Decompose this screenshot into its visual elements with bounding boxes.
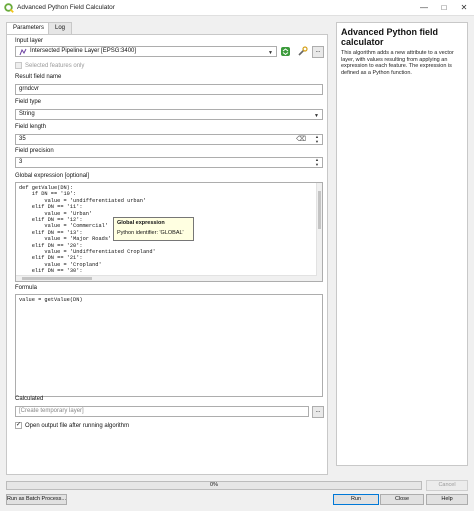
help-panel: Advanced Python field calculator This al… — [336, 22, 468, 466]
field-type-value: String — [19, 111, 35, 117]
wrench-icon — [297, 46, 308, 56]
spin-arrows-icon[interactable]: ▲ ▼ — [315, 157, 319, 167]
input-layer-browse-button[interactable]: ... — [312, 46, 324, 58]
field-type-select[interactable]: String ▼ — [15, 109, 323, 120]
formula-label: Formula — [15, 285, 38, 291]
help-title: Advanced Python field calculator — [341, 27, 439, 47]
tab-log[interactable]: Log — [48, 22, 73, 34]
calculated-label: Calculated — [15, 396, 44, 402]
backspace-icon[interactable]: ⌫ — [296, 135, 306, 144]
calculated-browse-button[interactable]: ... — [312, 406, 324, 418]
close-button[interactable]: Close — [380, 494, 424, 505]
progress-bar: 0% — [6, 481, 422, 490]
input-layer-label: Input layer — [15, 38, 44, 44]
qgis-logo-icon — [4, 3, 14, 13]
open-output-label: Open output file after running algorithm — [25, 423, 130, 429]
window-title: Advanced Python Field Calculator — [17, 4, 115, 11]
field-type-label: Field type — [15, 99, 42, 105]
calculated-output-input[interactable]: [Create temporary layer] — [15, 406, 309, 417]
selected-only-checkbox[interactable] — [15, 62, 22, 69]
tooltip-title: Global expression — [117, 220, 165, 226]
line-layer-icon — [19, 48, 27, 56]
help-description: This algorithm adds a new attribute to a… — [341, 50, 454, 76]
global-expression-label: Global expression [optional] — [15, 173, 90, 179]
field-length-label: Field length — [15, 124, 47, 130]
field-precision-value: 3 — [19, 159, 23, 165]
input-layer-value: Intersected Pipeline Layer [EPSG:3400] — [30, 48, 137, 54]
close-window-button[interactable]: ✕ — [458, 2, 470, 14]
run-button[interactable]: Run — [333, 494, 379, 505]
scrollbar-thumb[interactable] — [318, 191, 321, 229]
chevron-down-icon: ▼ — [314, 113, 319, 119]
parameters-panel: Input layer Intersected Pipeline Layer [… — [6, 34, 328, 475]
scrollbar-thumb[interactable] — [22, 277, 92, 280]
field-length-value: 35 — [19, 136, 26, 142]
minimize-button[interactable]: — — [418, 2, 430, 14]
field-length-spinbox[interactable]: 35 ⌫ ▲ ▼ — [15, 134, 323, 145]
run-as-batch-button[interactable]: Run as Batch Process... — [6, 494, 67, 505]
chevron-down-icon: ▼ — [268, 50, 273, 56]
help-button[interactable]: Help — [426, 494, 468, 505]
spin-arrows-icon[interactable]: ▲ ▼ — [315, 134, 319, 144]
title-bar: Advanced Python Field Calculator — □ ✕ — [0, 0, 474, 16]
result-field-input[interactable]: grndcvr — [15, 84, 323, 95]
tooltip-body: Python identifier: 'GLOBAL' — [117, 230, 184, 236]
iterate-icon — [280, 47, 290, 56]
maximize-button[interactable]: □ — [438, 2, 450, 14]
field-precision-label: Field precision — [15, 148, 54, 154]
cancel-button[interactable]: Cancel — [426, 480, 468, 491]
formula-editor[interactable]: value = getValue(DN) — [15, 294, 323, 397]
open-output-checkbox[interactable] — [15, 421, 22, 429]
progress-label: 0% — [210, 482, 218, 488]
iterate-button[interactable] — [279, 46, 291, 58]
code-line: elif DN == '30': — [19, 268, 83, 275]
formula-line: value = getValue(DN) — [19, 297, 83, 303]
result-field-label: Result field name — [15, 74, 62, 80]
vertical-scrollbar[interactable] — [316, 183, 322, 281]
field-precision-spinbox[interactable]: 3 ▲ ▼ — [15, 157, 323, 168]
advanced-settings-button[interactable] — [296, 46, 308, 58]
horizontal-scrollbar[interactable] — [16, 275, 317, 281]
input-layer-select[interactable]: Intersected Pipeline Layer [EPSG:3400] ▼ — [15, 46, 277, 57]
global-expression-tooltip: Global expression Python identifier: 'GL… — [113, 217, 194, 241]
selected-only-label: Selected features only — [25, 63, 85, 69]
